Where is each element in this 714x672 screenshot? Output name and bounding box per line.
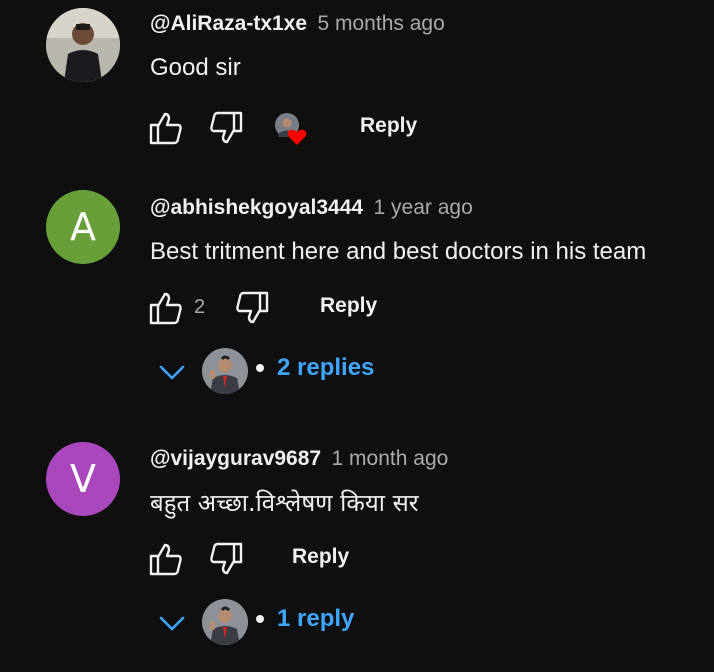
- like-icon[interactable]: [148, 541, 184, 577]
- author-line: @vijaygurav9687 1 month ago: [150, 447, 448, 471]
- reply-button[interactable]: Reply: [292, 545, 349, 569]
- separator-dot: [256, 364, 264, 372]
- comment-actions: 2 Reply: [148, 290, 448, 330]
- replies-count[interactable]: 2 replies: [277, 354, 374, 382]
- dislike-icon[interactable]: [208, 110, 244, 146]
- comment-actions: Reply: [148, 541, 448, 581]
- author-name[interactable]: @abhishekgoyal3444: [150, 196, 363, 219]
- comment-text: बहुत अच्छा.विश्लेषण किया सर: [150, 489, 419, 517]
- chevron-down-icon: [159, 616, 185, 631]
- author-name[interactable]: @AliRaza-tx1xe: [150, 12, 307, 35]
- reply-button[interactable]: Reply: [320, 294, 377, 318]
- dislike-icon[interactable]: [234, 290, 270, 326]
- view-replies-button[interactable]: 2 replies: [156, 348, 416, 396]
- creator-avatar-icon: [202, 348, 248, 394]
- author-line: @abhishekgoyal3444 1 year ago: [150, 196, 473, 220]
- author-name[interactable]: @vijaygurav9687: [150, 447, 321, 470]
- reply-button[interactable]: Reply: [360, 114, 417, 138]
- comment-time[interactable]: 1 month ago: [332, 447, 449, 470]
- dislike-icon[interactable]: [208, 541, 244, 577]
- avatar-letter-v[interactable]: V: [46, 442, 120, 516]
- avatar-photo-icon: [46, 8, 120, 82]
- like-icon[interactable]: [148, 290, 184, 326]
- creator-avatar: [202, 348, 248, 394]
- separator-dot: [256, 615, 264, 623]
- avatar-letter: A: [70, 205, 96, 249]
- creator-avatar-icon: [202, 599, 248, 645]
- comment-time[interactable]: 1 year ago: [374, 196, 473, 219]
- like-icon[interactable]: [148, 110, 184, 146]
- replies-count[interactable]: 1 reply: [277, 605, 354, 633]
- creator-avatar: [202, 599, 248, 645]
- avatar-letter: V: [70, 457, 96, 501]
- comment-text: Best tritment here and best doctors in h…: [150, 238, 647, 265]
- chevron-down-icon: [159, 365, 185, 380]
- author-line: @AliRaza-tx1xe 5 months ago: [150, 12, 445, 36]
- comment-text: Good sir: [150, 54, 241, 81]
- comment-time[interactable]: 5 months ago: [318, 12, 445, 35]
- avatar-letter-a[interactable]: A: [46, 190, 120, 264]
- like-count: 2: [194, 296, 206, 318]
- avatar-aliraza[interactable]: [46, 8, 120, 82]
- view-replies-button[interactable]: 1 reply: [156, 599, 396, 647]
- comment-actions: Reply: [148, 110, 448, 150]
- creator-heart-icon: [275, 113, 307, 145]
